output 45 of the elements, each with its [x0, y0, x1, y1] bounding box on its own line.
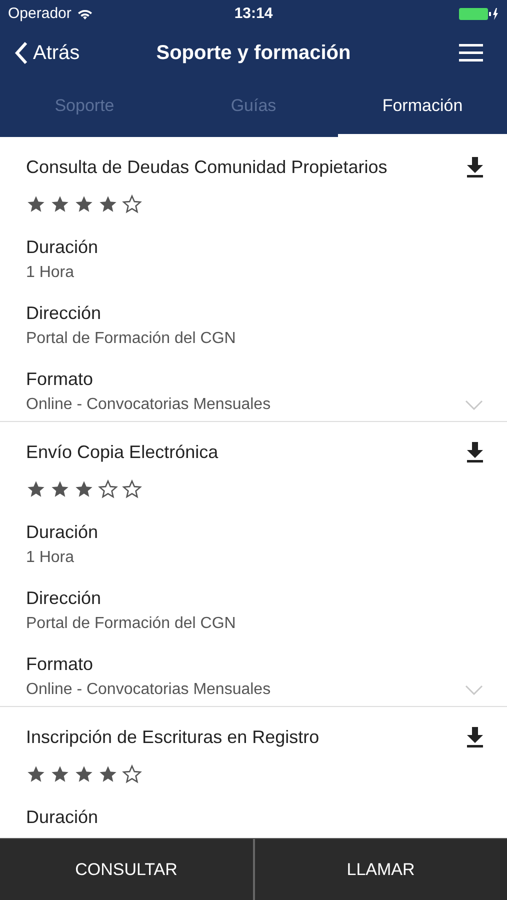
download-icon[interactable]	[465, 726, 485, 748]
field-value: 1 Hora	[26, 548, 76, 568]
star-icon	[26, 194, 46, 214]
page-title: Soporte y formación	[155, 41, 352, 66]
field-label: Formato	[26, 368, 94, 390]
action-button[interactable]: LLAMAR	[252, 839, 507, 900]
star-icon	[98, 194, 118, 214]
field-value: Online - Convocatorias Mensuales	[26, 395, 272, 415]
field-label: Dirección	[26, 587, 102, 609]
back-button[interactable]: Atrás	[14, 38, 134, 68]
tab[interactable]: Formación	[338, 78, 507, 137]
carrier-label: Operador	[8, 4, 72, 24]
course-title: Inscripción de Escrituras en Registro	[26, 726, 320, 749]
course-title: Consulta de Deudas Comunidad Propietarios	[26, 156, 388, 179]
download-icon[interactable]	[465, 156, 485, 178]
star-outline-icon	[122, 194, 142, 214]
star-outline-icon	[98, 479, 118, 499]
menu-icon[interactable]	[459, 44, 483, 62]
field-value: Portal de Formación del CGN	[26, 329, 237, 349]
battery-icon	[459, 7, 499, 21]
clock: 13:14	[234, 4, 273, 24]
action-button[interactable]: CONSULTAR	[0, 839, 252, 900]
star-outline-icon	[122, 764, 142, 784]
course-title: Envío Copia Electrónica	[26, 440, 220, 464]
download-icon[interactable]	[465, 441, 485, 463]
wifi-icon	[77, 8, 94, 20]
star-icon	[26, 479, 46, 499]
star-icon	[50, 194, 70, 214]
star-icon	[74, 764, 94, 784]
star-icon	[50, 764, 70, 784]
star-outline-icon	[122, 479, 142, 499]
star-icon	[74, 479, 94, 499]
field-label: Formato	[26, 653, 94, 675]
field-label: Duración	[26, 806, 100, 828]
field-value: 1 Hora	[26, 263, 76, 283]
star-icon	[50, 479, 70, 499]
field-label: Duración	[26, 236, 100, 258]
field-value: Online - Convocatorias Mensuales	[26, 680, 272, 700]
star-icon	[98, 764, 118, 784]
chevron-left-icon	[14, 41, 28, 65]
field-value: Portal de Formación del CGN	[26, 614, 237, 634]
field-label: Duración	[26, 521, 100, 543]
field-label: Dirección	[26, 302, 102, 324]
star-icon	[26, 764, 46, 784]
star-icon	[74, 194, 94, 214]
